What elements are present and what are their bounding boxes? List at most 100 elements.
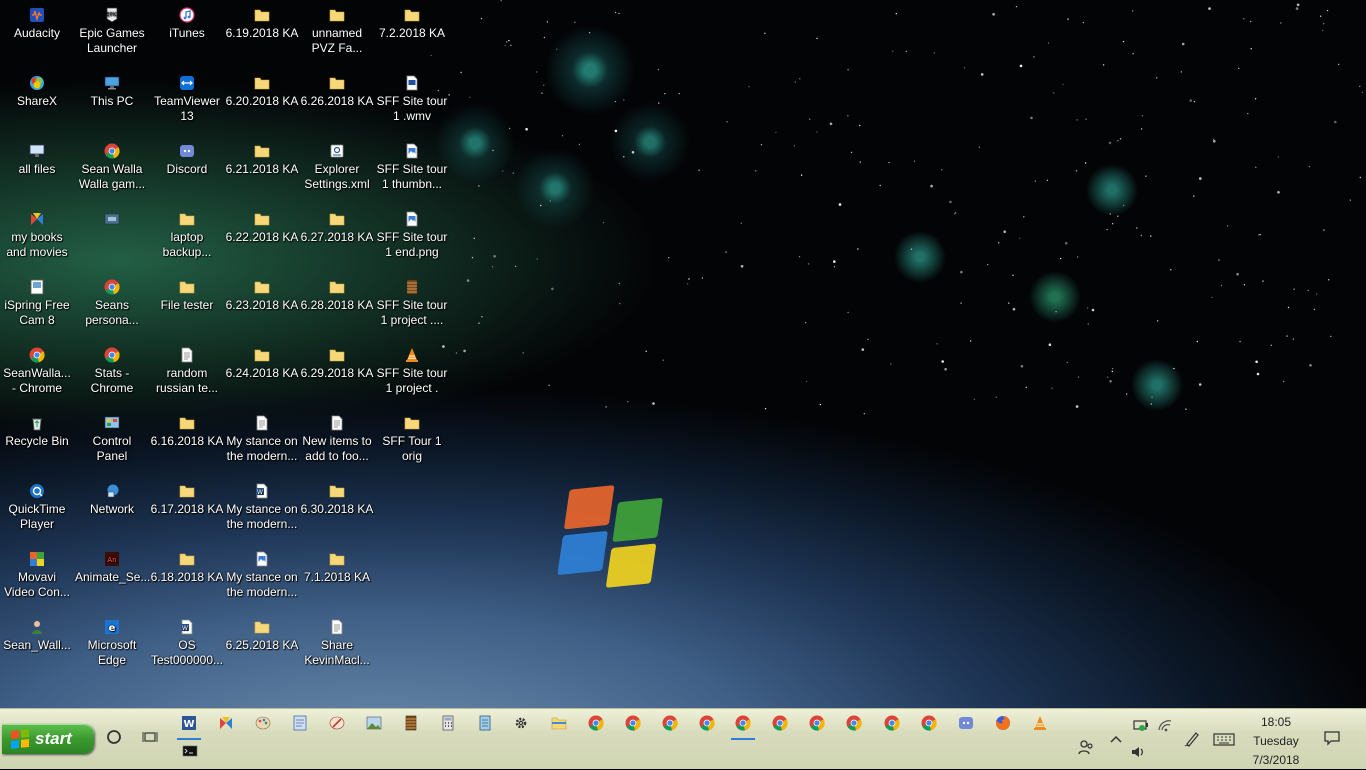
desktop-icon[interactable]: 6.25.2018 KA	[224, 613, 300, 653]
discord-taskbar-button[interactable]	[950, 709, 982, 737]
desktop-icon[interactable]: Control Panel	[74, 409, 150, 464]
settings-taskbar-button[interactable]	[505, 709, 537, 737]
desktop-icon[interactable]: An Animate_Se...	[74, 545, 150, 585]
text-file-icon	[254, 415, 270, 431]
desktop-icon[interactable]: 6.17.2018 KA	[149, 477, 225, 517]
desktop-icon[interactable]: 6.30.2018 KA	[299, 477, 375, 517]
desktop-icon[interactable]: 6.20.2018 KA	[224, 69, 300, 109]
desktop-icon[interactable]: My stance on the modern...	[224, 545, 300, 600]
wifi-icon[interactable]	[1155, 715, 1175, 735]
desktop-icon[interactable]: all files	[0, 137, 75, 177]
chrome-taskbar-button[interactable]	[801, 709, 833, 737]
paint-brush-taskbar-button[interactable]	[321, 709, 353, 737]
volume-icon[interactable]	[1128, 742, 1148, 762]
desktop-icon[interactable]: iTunes	[149, 1, 225, 41]
chrome-taskbar-button[interactable]	[580, 709, 612, 737]
folder-icon	[179, 551, 195, 567]
console-taskbar-button[interactable]	[174, 741, 206, 761]
task-view-taskbar-button[interactable]	[134, 723, 166, 751]
film-taskbar-button[interactable]	[395, 709, 427, 737]
chevron-up-icon[interactable]	[1106, 729, 1126, 749]
desktop-icon[interactable]: This PC	[74, 69, 150, 109]
desktop-icon[interactable]: ShareX	[0, 69, 75, 109]
desktop-icon[interactable]: Recycle Bin	[0, 409, 75, 449]
paint-taskbar-button[interactable]	[247, 709, 279, 737]
desktop-icon[interactable]: Share KevinMacl...	[299, 613, 375, 668]
desktop-icon[interactable]: random russian te...	[149, 341, 225, 396]
calculator-taskbar-button[interactable]	[432, 709, 464, 737]
desktop-icon[interactable]: Explorer Settings.xml	[299, 137, 375, 192]
system-clock[interactable]: 18:05 Tuesday 7/3/2018	[1248, 713, 1304, 770]
desktop-icon[interactable]: SeanWalla... - Chrome	[0, 341, 75, 396]
desktop-icon[interactable]: W OS Test000000...	[149, 613, 225, 668]
desktop-icon[interactable]: 6.23.2018 KA	[224, 273, 300, 313]
desktop-icon[interactable]: 6.26.2018 KA	[299, 69, 375, 109]
chrome-taskbar-button[interactable]	[764, 709, 796, 737]
desktop-icon[interactable]: SFF Site tour 1 project ....	[374, 273, 450, 328]
desktop-icon[interactable]: 6.22.2018 KA	[224, 205, 300, 245]
desktop-icon[interactable]: 6.27.2018 KA	[299, 205, 375, 245]
pen-ink-icon[interactable]	[1182, 729, 1202, 749]
chrome-taskbar-button[interactable]	[838, 709, 870, 737]
desktop-icon[interactable]: EPIC Epic Games Launcher	[74, 1, 150, 56]
firefox-taskbar-button[interactable]	[987, 709, 1019, 737]
chrome-taskbar-button[interactable]	[727, 709, 759, 740]
notepad-taskbar-button[interactable]	[469, 709, 501, 737]
desktop-icon[interactable]: QuickTime Player	[0, 477, 75, 532]
settings-icon	[513, 715, 529, 731]
desktop-icon[interactable]: My stance on the modern...	[224, 409, 300, 464]
desktop-icon[interactable]	[74, 205, 150, 230]
word-taskbar-button[interactable]: W	[173, 709, 205, 740]
battery-icon[interactable]	[1131, 715, 1151, 735]
desktop-icon[interactable]: Sean_Wall...	[0, 613, 75, 653]
desktop-icon[interactable]: 6.21.2018 KA	[224, 137, 300, 177]
desktop-icon[interactable]: TeamViewer 13	[149, 69, 225, 124]
desktop-icon[interactable]: 7.2.2018 KA	[374, 1, 450, 41]
desktop-icon[interactable]: Stats - Chrome	[74, 341, 150, 396]
folder-icon	[254, 279, 270, 295]
desktop-icon[interactable]: 7.1.2018 KA	[299, 545, 375, 585]
desktop-icon[interactable]: SFF Site tour 1 thumbn...	[374, 137, 450, 192]
desktop-icon[interactable]: File tester	[149, 273, 225, 313]
people-icon[interactable]	[1076, 737, 1096, 757]
desktop-icon[interactable]: 6.24.2018 KA	[224, 341, 300, 381]
desktop-icon[interactable]: my books and movies	[0, 205, 75, 260]
chrome-taskbar-button[interactable]	[654, 709, 686, 737]
touch-keyboard-icon[interactable]	[1212, 729, 1236, 749]
desktop-icon[interactable]: 6.19.2018 KA	[224, 1, 300, 41]
desktop-icon[interactable]: unnamed PVZ Fa...	[299, 1, 375, 56]
desktop-icon[interactable]: 6.18.2018 KA	[149, 545, 225, 585]
desktop-icon[interactable]: Audacity	[0, 1, 75, 41]
chrome-taskbar-button[interactable]	[617, 709, 649, 737]
desktop-icon[interactable]: Sean Walla Walla gam...	[74, 137, 150, 192]
desktop-icon[interactable]: SFF Site tour 1 project .	[374, 341, 450, 396]
desktop-icon[interactable]: iSpring Free Cam 8	[0, 273, 75, 328]
start-button[interactable]: start	[2, 724, 94, 754]
cortana-taskbar-button[interactable]	[98, 723, 130, 751]
desktop-icon[interactable]: Discord	[149, 137, 225, 177]
desktop-icon[interactable]: W My stance on the modern...	[224, 477, 300, 532]
desktop-icon[interactable]: SFF Site tour 1 end.png	[374, 205, 450, 260]
desktop-icon[interactable]: laptop backup...	[149, 205, 225, 260]
desktop-icon[interactable]: 6.16.2018 KA	[149, 409, 225, 449]
desktop-icon[interactable]: 6.29.2018 KA	[299, 341, 375, 381]
file-explorer-taskbar-button[interactable]	[543, 709, 575, 737]
desktop-icon-label: 6.16.2018 KA	[150, 434, 224, 448]
desktop-icon[interactable]: SFF Site tour 1 .wmv	[374, 69, 450, 124]
action-center-icon[interactable]	[1322, 728, 1342, 748]
app-taskbar-button[interactable]	[210, 709, 242, 737]
chrome-taskbar-button[interactable]	[691, 709, 723, 737]
desktop-icon[interactable]: 6.28.2018 KA	[299, 273, 375, 313]
desktop-icon[interactable]: Network	[74, 477, 150, 517]
desktop-icon[interactable]: SFF Tour 1 orig	[374, 409, 450, 464]
desktop-icon[interactable]: e Microsoft Edge	[74, 613, 150, 668]
document-taskbar-button[interactable]	[284, 709, 316, 737]
desktop-icon[interactable]: Movavi Video Con...	[0, 545, 75, 600]
vlc-taskbar-button[interactable]	[1024, 709, 1056, 737]
desktop-icon[interactable]: New items to add to foo...	[299, 409, 375, 464]
chrome-taskbar-button[interactable]	[913, 709, 945, 737]
chrome-taskbar-button[interactable]	[876, 709, 908, 737]
image-editor-taskbar-button[interactable]	[358, 709, 390, 737]
chrome-icon	[104, 347, 120, 363]
desktop-icon[interactable]: Seans persona...	[74, 273, 150, 328]
